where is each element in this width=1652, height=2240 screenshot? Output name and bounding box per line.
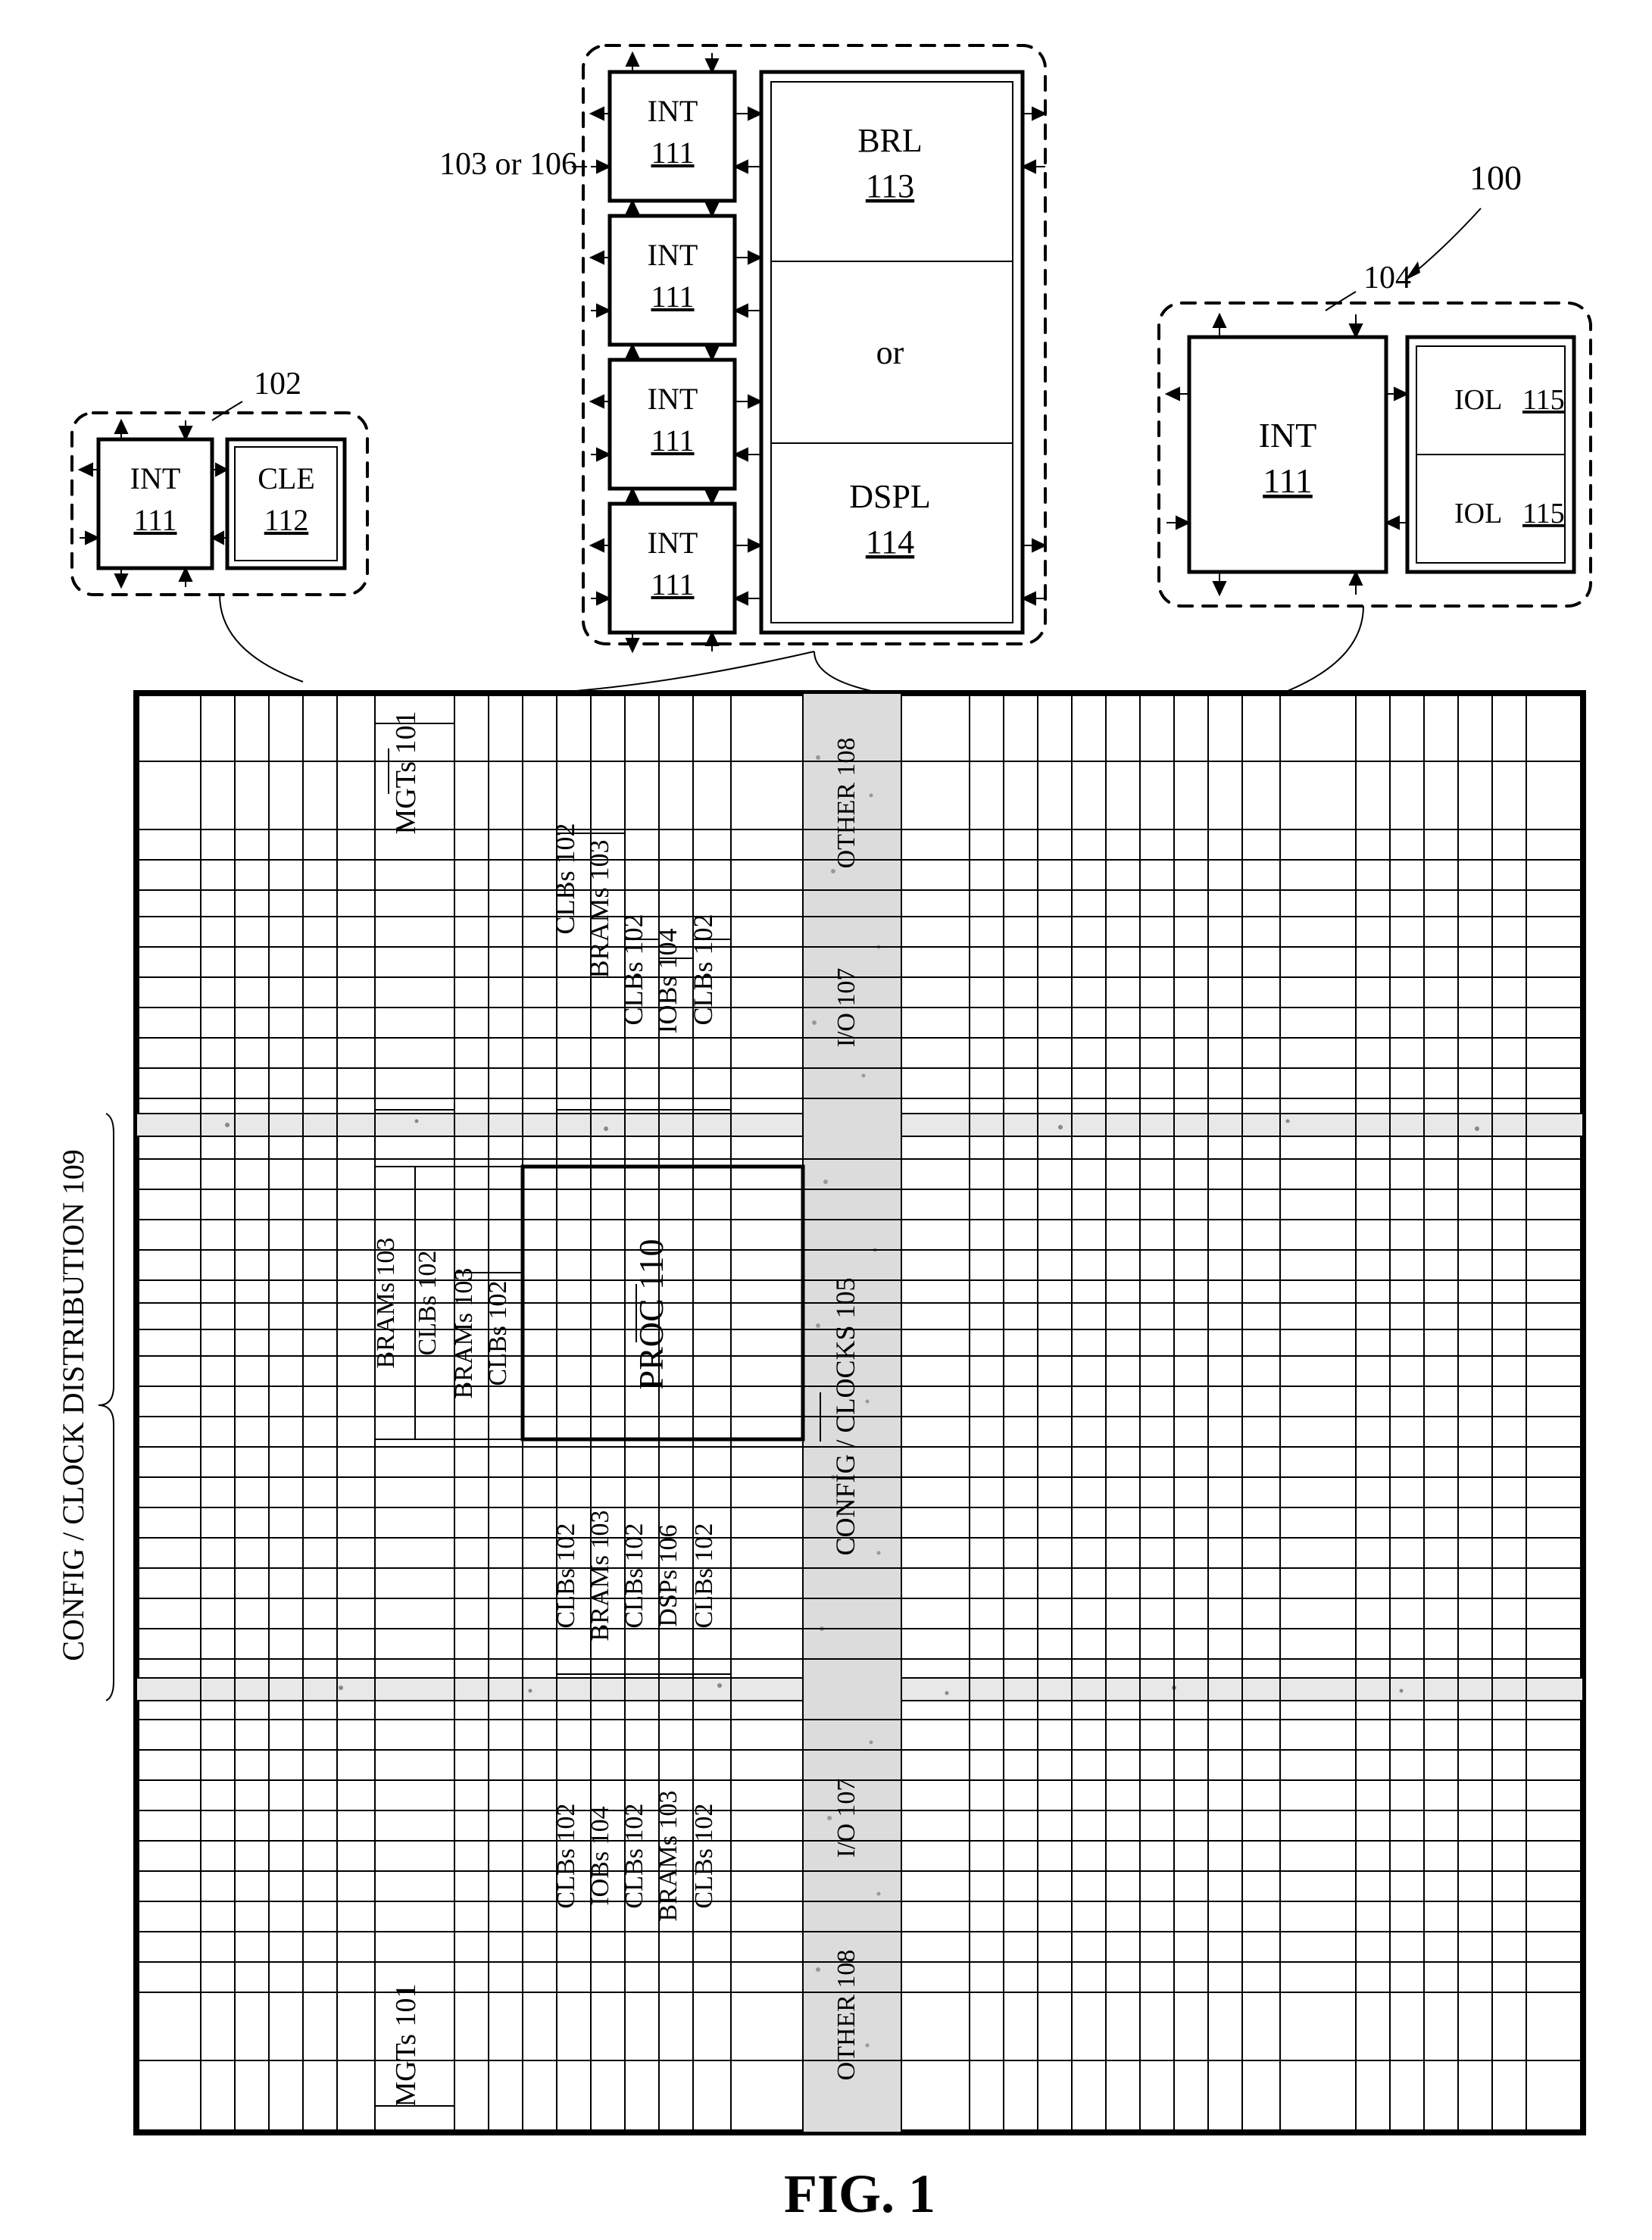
- svg-text:MGTs 101: MGTs 101: [390, 1983, 422, 2107]
- svg-text:BRAMs 103: BRAMs 103: [372, 1238, 400, 1369]
- svg-text:115: 115: [1522, 498, 1565, 530]
- svg-text:BRAMs 103: BRAMs 103: [586, 1511, 614, 1642]
- svg-text:INT: INT: [648, 526, 698, 560]
- svg-text:INT: INT: [648, 94, 698, 128]
- svg-text:CLBs 102: CLBs 102: [690, 1804, 718, 1909]
- svg-text:DSPL: DSPL: [849, 478, 931, 515]
- svg-text:INT: INT: [130, 461, 181, 495]
- svg-text:OTHER 108: OTHER 108: [832, 1950, 860, 2081]
- svg-text:113: 113: [866, 167, 914, 205]
- callout-103-106: 103 or 106 INT 111 INT 111 INT 111 INT 1…: [439, 45, 1045, 691]
- svg-text:111: 111: [133, 503, 176, 537]
- svg-text:INT: INT: [648, 382, 698, 416]
- fpga-architecture-diagram: PROC 110 MGTs 101 CLBs 102 BRAMs 103 CLB…: [0, 0, 1652, 2240]
- svg-text:CLE: CLE: [258, 461, 315, 495]
- svg-text:I/O 107: I/O 107: [832, 1779, 860, 1858]
- svg-text:IOL: IOL: [1454, 498, 1502, 530]
- svg-text:CLBs 102: CLBs 102: [414, 1251, 442, 1356]
- svg-text:CLBs 102: CLBs 102: [690, 1523, 718, 1629]
- svg-text:BRAMs 103: BRAMs 103: [584, 839, 614, 978]
- figure-label: FIG. 1: [784, 2163, 935, 2224]
- proc-label: PROC 110: [632, 1239, 670, 1390]
- svg-text:IOL: IOL: [1454, 384, 1502, 416]
- svg-text:IOBs 104: IOBs 104: [652, 928, 682, 1033]
- svg-text:MGTs 101: MGTs 101: [390, 711, 422, 834]
- svg-text:CLBs 102: CLBs 102: [620, 1523, 648, 1629]
- svg-text:111: 111: [1263, 461, 1313, 500]
- svg-text:CLBs 102: CLBs 102: [688, 914, 718, 1025]
- svg-text:CLBs 102: CLBs 102: [618, 914, 648, 1025]
- left-upper-labels: MGTs 101 CLBs 102 BRAMs 103 CLBs 102 IOB…: [375, 711, 731, 1110]
- svg-text:103 or 106: 103 or 106: [439, 147, 577, 182]
- svg-text:102: 102: [254, 367, 301, 401]
- svg-text:111: 111: [651, 423, 694, 458]
- svg-text:115: 115: [1522, 384, 1565, 416]
- svg-text:104: 104: [1363, 261, 1411, 295]
- svg-text:114: 114: [866, 523, 914, 561]
- side-brace: [98, 1114, 114, 1701]
- svg-text:CLBs 102: CLBs 102: [620, 1804, 648, 1909]
- ref-100: 100: [1469, 158, 1522, 197]
- svg-text:CLBs 102: CLBs 102: [550, 823, 580, 934]
- svg-text:IOBs 104: IOBs 104: [586, 1806, 614, 1905]
- svg-text:DSPs 106: DSPs 106: [654, 1524, 682, 1626]
- svg-text:CLBs 102: CLBs 102: [552, 1804, 580, 1909]
- svg-text:111: 111: [651, 280, 694, 314]
- svg-text:111: 111: [651, 567, 694, 601]
- svg-text:111: 111: [651, 136, 694, 170]
- svg-text:BRAMs 103: BRAMs 103: [654, 1791, 682, 1922]
- svg-text:CLBs 102: CLBs 102: [552, 1523, 580, 1629]
- svg-text:OTHER 108: OTHER 108: [832, 738, 860, 869]
- left-mid-extra-labels: BRAMs 103 CLBs 102: [450, 1167, 523, 1398]
- svg-text:INT: INT: [648, 238, 698, 272]
- svg-text:I/O 107: I/O 107: [832, 968, 860, 1048]
- callout-102: 102 INT 111 CLE 112: [72, 367, 367, 682]
- svg-text:INT: INT: [1259, 416, 1317, 455]
- config-clocks-label: CONFIG / CLOCKS 105: [830, 1277, 860, 1555]
- left-lower-labels: CLBs 102 BRAMs 103 CLBs 102 DSPs 106 CLB…: [375, 1477, 731, 2107]
- callout-104: 104 INT 111 IOL 115 IOL 115: [1159, 261, 1591, 691]
- side-label: CONFIG / CLOCK DISTRIBUTION 109: [56, 1149, 90, 1661]
- svg-text:112: 112: [264, 503, 309, 537]
- svg-text:or: or: [876, 334, 904, 371]
- svg-text:CLBs 102: CLBs 102: [484, 1281, 512, 1386]
- svg-text:BRL: BRL: [857, 122, 923, 159]
